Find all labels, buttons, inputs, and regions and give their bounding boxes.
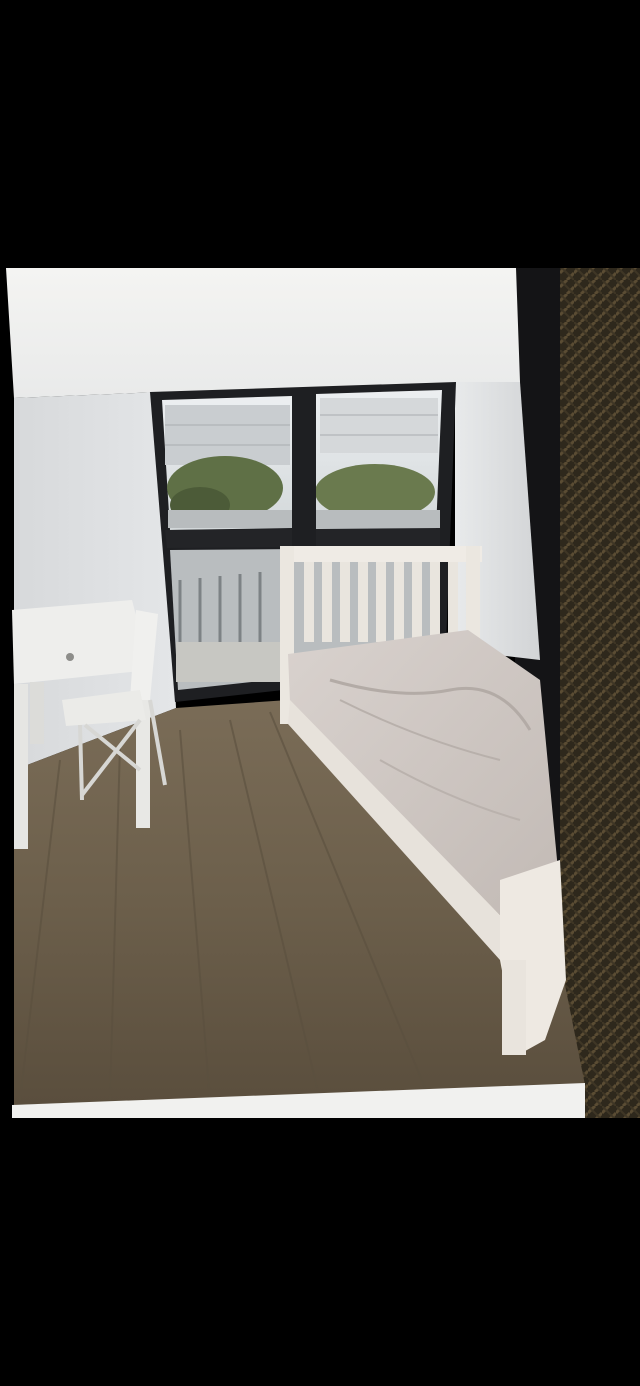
room-photo bbox=[0, 0, 640, 1386]
viewer-frame bbox=[0, 0, 640, 1386]
photo-content bbox=[6, 268, 585, 1118]
